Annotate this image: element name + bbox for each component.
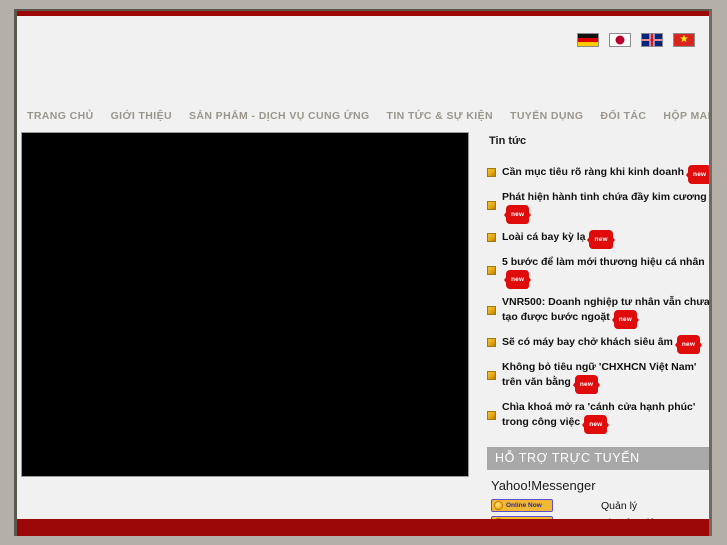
flag-germany-icon[interactable]: [577, 33, 599, 47]
bullet-icon: [487, 371, 496, 380]
nav-item-san-pham-dich-vu[interactable]: SẢN PHẨM - DỊCH VỤ CUNG ỨNG: [189, 110, 370, 122]
bullet-icon: [487, 233, 496, 242]
nav-item-tuyen-dung[interactable]: TUYỂN DỤNG: [510, 110, 583, 122]
bullet-icon: [487, 201, 496, 210]
nav-item-trang-chu[interactable]: TRANG CHỦ: [27, 110, 94, 122]
yahoo-status-button[interactable]: Online Now: [491, 499, 553, 512]
news-item-label[interactable]: VNR500: Doanh nghiệp tư nhân vẫn chưa tạ…: [502, 295, 709, 328]
list-item[interactable]: Cần mục tiêu rõ ràng khi kinh doanh new: [487, 165, 709, 183]
nav-item-tin-tuc-su-kien[interactable]: TIN TỨC & SỰ KIỆN: [387, 110, 493, 122]
bullet-icon: [487, 266, 496, 275]
news-list: Cần mục tiêu rõ ràng khi kinh doanh new P…: [487, 165, 709, 433]
bullet-icon: [487, 338, 496, 347]
support-section-header: HỖ TRỢ TRỰC TUYẾN: [487, 447, 709, 470]
contact-name: Quản lý: [601, 499, 638, 512]
main-navigation: TRANG CHỦ GIỚI THIỆU SẢN PHẨM - DỊCH VỤ …: [21, 105, 709, 127]
bullet-icon: [487, 411, 496, 420]
top-accent-bar: [17, 11, 709, 16]
news-item-label[interactable]: 5 bước để làm mới thương hiệu cá nhânnew: [502, 255, 709, 288]
new-badge: new: [507, 206, 529, 223]
news-item-label[interactable]: Cần mục tiêu rõ ràng khi kinh doanh new: [502, 165, 709, 183]
list-item[interactable]: Không bỏ tiêu ngữ 'CHXHCN Việt Nam' trên…: [487, 360, 709, 393]
list-item[interactable]: VNR500: Doanh nghiệp tư nhân vẫn chưa tạ…: [487, 295, 709, 328]
bottom-accent-bar: [17, 519, 709, 536]
flag-vietnam-icon[interactable]: [673, 33, 695, 47]
news-item-label[interactable]: Phát hiện hành tinh chứa đầy kim cươngne…: [502, 190, 709, 223]
list-item[interactable]: Loài cá bay kỳ lạ new: [487, 230, 709, 248]
new-badge: new: [507, 271, 529, 288]
bullet-icon: [487, 306, 496, 315]
new-badge: new: [689, 166, 709, 183]
list-item[interactable]: Sẽ có máy bay chở khách siêu âm new: [487, 335, 709, 353]
bullet-icon: [487, 168, 496, 177]
list-item[interactable]: Chìa khoá mở ra 'cánh cửa hạnh phúc' tro…: [487, 400, 709, 433]
nav-item-hop-mail[interactable]: HỘP MAIL: [663, 110, 709, 122]
news-item-label[interactable]: Không bỏ tiêu ngữ 'CHXHCN Việt Nam' trên…: [502, 360, 709, 393]
new-badge: new: [614, 311, 636, 328]
smiley-icon: [494, 501, 503, 510]
nav-item-doi-tac[interactable]: ĐỐI TÁC: [600, 110, 646, 122]
page-frame: TRANG CHỦ GIỚI THIỆU SẢN PHẨM - DỊCH VỤ …: [14, 9, 712, 536]
list-item[interactable]: 5 bước để làm mới thương hiệu cá nhânnew: [487, 255, 709, 288]
yahoo-messenger-heading: Yahoo!Messenger: [491, 478, 596, 493]
news-item-label[interactable]: Loài cá bay kỳ lạ new: [502, 230, 612, 248]
nav-item-gioi-thieu[interactable]: GIỚI THIỆU: [111, 110, 172, 122]
new-badge: new: [677, 336, 700, 353]
news-section-title: Tin tức: [489, 135, 527, 147]
contact-row: Online Now Quản lý: [487, 499, 709, 512]
news-item-label[interactable]: Chìa khoá mở ra 'cánh cửa hạnh phúc' tro…: [502, 400, 709, 433]
yahoo-status-label: Online Now: [506, 502, 542, 509]
video-player[interactable]: [21, 132, 469, 477]
new-badge: new: [590, 231, 612, 248]
list-item[interactable]: Phát hiện hành tinh chứa đầy kim cươngne…: [487, 190, 709, 223]
language-selector[interactable]: [577, 33, 695, 47]
news-item-label[interactable]: Sẽ có máy bay chở khách siêu âm new: [502, 335, 700, 353]
new-badge: new: [575, 376, 598, 393]
new-badge: new: [585, 416, 607, 433]
sidebar: Tin tức Cần mục tiêu rõ ràng khi kinh do…: [487, 135, 709, 536]
flag-united-kingdom-icon[interactable]: [641, 33, 663, 47]
flag-japan-icon[interactable]: [609, 33, 631, 47]
